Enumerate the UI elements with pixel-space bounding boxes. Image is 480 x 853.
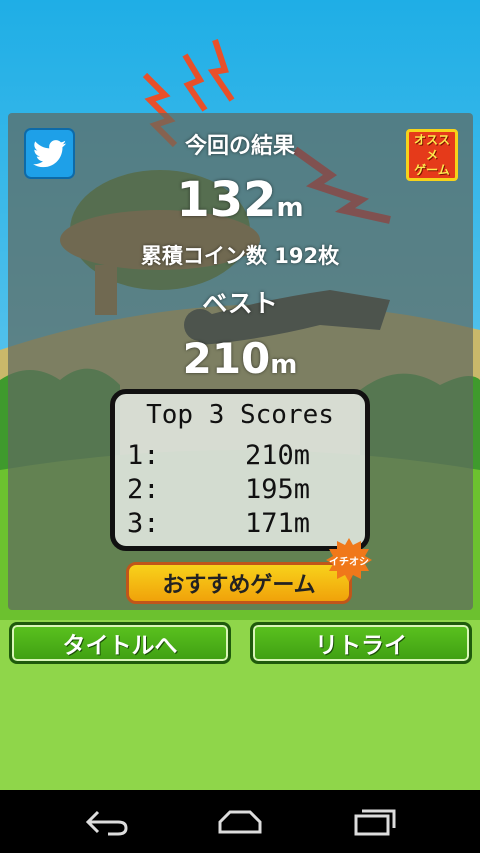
best-number: 210 <box>182 334 271 383</box>
back-icon[interactable] <box>84 808 130 836</box>
distance-number: 132 <box>176 172 277 228</box>
top-scores-panel: Top 3 Scores 1: 210m 2: 195m 3: 171m <box>110 389 370 551</box>
retry-button-label: リトライ <box>315 633 407 659</box>
home-icon[interactable] <box>216 808 264 836</box>
score-rank: 1: <box>127 440 160 471</box>
distance-value: 132m <box>0 172 480 228</box>
score-value: 171m <box>245 508 311 539</box>
score-rank: 3: <box>127 508 160 539</box>
retry-button[interactable]: リトライ <box>250 622 472 664</box>
best-unit: m <box>270 350 298 380</box>
best-value: 210m <box>0 334 480 383</box>
recommended-game-button[interactable]: おすすめゲーム <box>126 562 352 604</box>
android-navigation-bar <box>0 790 480 853</box>
back-to-title-button[interactable]: タイトルへ <box>9 622 231 664</box>
recents-icon[interactable] <box>352 808 398 836</box>
title-button-label: タイトルへ <box>62 633 178 659</box>
ichioshi-label: イチオシ <box>329 556 369 568</box>
recommended-game-label: おすすめゲーム <box>162 573 316 598</box>
coin-count: 累積コイン数 192枚 <box>140 244 340 268</box>
score-value: 195m <box>245 474 311 505</box>
score-rank: 2: <box>127 474 160 505</box>
best-label: ベスト <box>202 289 278 318</box>
distance-unit: m <box>276 193 304 223</box>
result-title: 今回の結果 <box>184 134 295 159</box>
top-scores-title: Top 3 Scores <box>146 400 334 430</box>
score-value: 210m <box>245 440 311 471</box>
ichioshi-badge: イチオシ <box>326 537 372 583</box>
